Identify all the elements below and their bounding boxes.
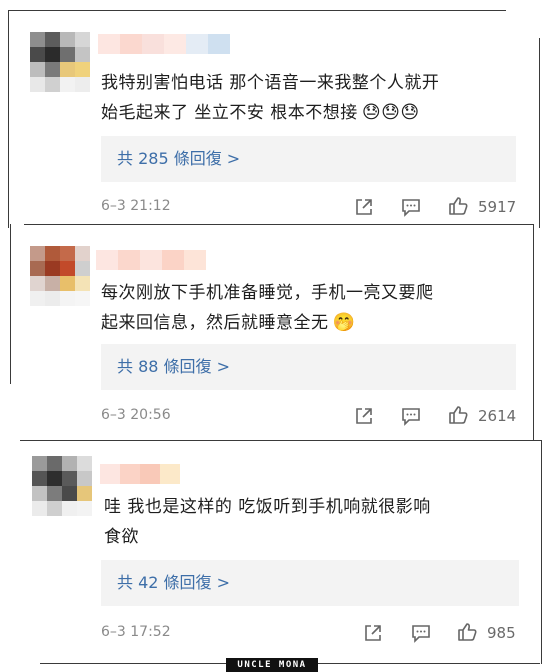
comment-line: 每次刚放下手机准备睡觉，手机一亮又要爬	[101, 283, 434, 303]
comment-text: 哇 我也是这样的 吃饭听到手机响就很影响 食欲	[104, 492, 524, 552]
comment-timestamp: 6–3 20:56	[101, 407, 171, 423]
username-blurred[interactable]	[98, 34, 230, 54]
comment-line: 食欲	[104, 527, 139, 547]
like-icon[interactable]	[447, 404, 469, 426]
avatar[interactable]	[30, 32, 90, 92]
comment-icon[interactable]	[400, 405, 422, 427]
username-blurred[interactable]	[100, 464, 180, 484]
comment-icon[interactable]	[400, 196, 422, 218]
comment-timestamp: 6–3 21:12	[101, 198, 171, 214]
replies-link[interactable]: 共 88 條回復 >	[101, 344, 516, 390]
username-blurred[interactable]	[96, 250, 206, 270]
share-icon[interactable]	[353, 405, 375, 427]
like-icon[interactable]	[456, 621, 478, 643]
like-count: 985	[487, 624, 516, 642]
comment-line: 我特别害怕电话 那个语音一来我整个人就开	[101, 73, 440, 93]
comment-line: 哇 我也是这样的 吃饭听到手机响就很影响	[104, 497, 431, 517]
comment-line: 始毛起来了 坐立不安 根本不想接 😓😓😓	[101, 98, 521, 128]
replies-link[interactable]: 共 42 條回復 >	[101, 560, 519, 606]
like-icon[interactable]	[447, 195, 469, 217]
comment-timestamp: 6–3 17:52	[101, 624, 171, 640]
face-emoji: 🤭	[332, 312, 356, 333]
replies-link[interactable]: 共 285 條回復 >	[101, 136, 516, 182]
share-icon[interactable]	[353, 196, 375, 218]
comment-text: 每次刚放下手机准备睡觉，手机一亮又要爬 起来回信息，然后就睡意全无 🤭	[101, 278, 521, 338]
comment-text: 我特别害怕电话 那个语音一来我整个人就开 始毛起来了 坐立不安 根本不想接 😓😓😓	[101, 68, 521, 128]
like-count: 2614	[478, 407, 517, 425]
share-icon[interactable]	[362, 622, 384, 644]
sweat-emoji: 😓😓😓	[361, 102, 420, 123]
avatar[interactable]	[32, 456, 92, 516]
like-count: 5917	[478, 198, 517, 216]
watermark-logo: UNCLE MONA	[226, 658, 318, 672]
avatar[interactable]	[30, 246, 90, 306]
comment-line: 起来回信息，然后就睡意全无 🤭	[101, 308, 521, 338]
comment-icon[interactable]	[410, 622, 432, 644]
